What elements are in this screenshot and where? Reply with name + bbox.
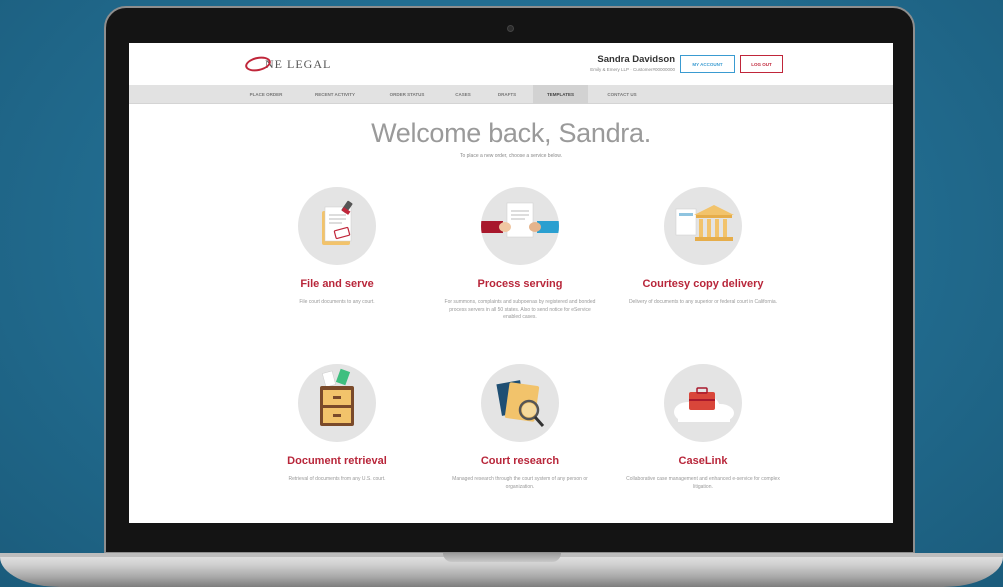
webcam-icon	[507, 25, 514, 32]
user-firm: Emily & Emery LLP · Customer#00000000	[590, 67, 675, 72]
service-card-court-research[interactable]: Court research Managed research through …	[435, 364, 605, 491]
service-card-document-retrieval[interactable]: Document retrieval Retrieval of document…	[252, 364, 422, 484]
nav-templates[interactable]: TEMPLATES	[533, 85, 588, 104]
user-name: Sandra Davidson	[597, 54, 675, 65]
my-account-button[interactable]: MY ACCOUNT	[680, 55, 735, 73]
service-card-file-and-serve[interactable]: File and serve File court documents to a…	[252, 187, 422, 307]
service-title: Document retrieval	[287, 455, 387, 467]
cloud-briefcase-icon	[664, 364, 742, 442]
laptop-notch	[443, 553, 561, 562]
nav-place-order[interactable]: PLACE ORDER	[237, 85, 295, 104]
nav-recent-activity[interactable]: RECENT ACTIVITY	[301, 85, 369, 104]
service-title: Process serving	[477, 278, 563, 290]
site-header: NE LEGAL Sandra Davidson Emily & Emery L…	[129, 43, 893, 85]
main-nav: PLACE ORDER RECENT ACTIVITY ORDER STATUS…	[129, 85, 893, 104]
nav-contact-us[interactable]: CONTACT US	[597, 85, 647, 104]
service-description: File court documents to any court.	[299, 299, 375, 305]
service-description: Managed research through the court syste…	[452, 476, 588, 490]
log-out-button[interactable]: LOG OUT	[740, 55, 783, 73]
service-title: File and serve	[300, 278, 374, 290]
page-subtitle: To place a new order, choose a service b…	[459, 153, 562, 159]
user-info: Sandra Davidson Emily & Emery LLP · Cust…	[557, 54, 675, 72]
courthouse-icon	[664, 187, 742, 265]
process-serving-icon	[481, 187, 559, 265]
service-card-process-serving[interactable]: Process serving For summons, complaints …	[435, 187, 605, 322]
service-description: Retrieval of documents from any U.S. cou…	[288, 476, 386, 482]
service-title: CaseLink	[678, 455, 728, 467]
service-description: Collaborative case management and enhanc…	[626, 476, 780, 490]
service-card-courtesy-copy[interactable]: Courtesy copy delivery Delivery of docum…	[618, 187, 788, 307]
service-title: Courtesy copy delivery	[642, 278, 764, 290]
file-and-serve-icon	[298, 187, 376, 265]
file-cabinet-icon	[298, 364, 376, 442]
service-card-caselink[interactable]: CaseLink Collaborative case management a…	[618, 364, 788, 491]
magnifier-folder-icon	[481, 364, 559, 442]
one-legal-logo[interactable]: NE LEGAL	[243, 54, 332, 74]
nav-drafts[interactable]: DRAFTS	[489, 85, 525, 104]
service-description: Delivery of documents to any superior or…	[628, 299, 778, 305]
nav-cases[interactable]: CASES	[447, 85, 479, 104]
page-title: Welcome back, Sandra.	[371, 118, 651, 148]
logo-text: NE LEGAL	[265, 56, 332, 71]
browser-screen: NE LEGAL Sandra Davidson Emily & Emery L…	[129, 43, 893, 523]
nav-order-status[interactable]: ORDER STATUS	[377, 85, 437, 104]
service-title: Court research	[480, 455, 560, 467]
service-description: For summons, complaints and subpoenas by…	[444, 299, 596, 320]
